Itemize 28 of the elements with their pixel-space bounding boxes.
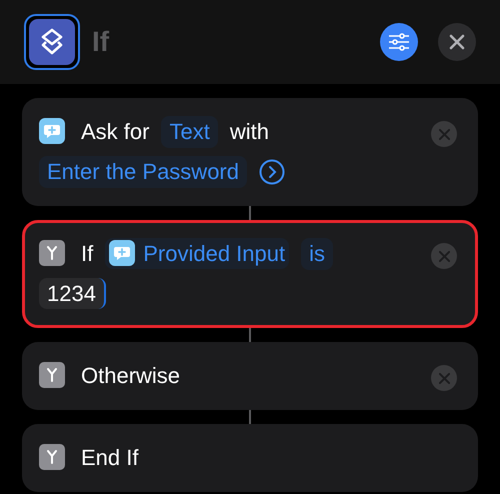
- branch-icon: [39, 444, 65, 470]
- action-card[interactable]: If Provided Input is 1234: [22, 220, 478, 328]
- parameter-token[interactable]: Text: [161, 116, 218, 148]
- action-label: End If: [81, 445, 138, 470]
- sliders-icon: [388, 33, 410, 51]
- close-icon: [449, 34, 465, 50]
- close-button[interactable]: [438, 23, 476, 61]
- parameter-token[interactable]: Enter the Password: [39, 156, 247, 188]
- value-field[interactable]: 1234: [39, 278, 106, 309]
- action-card[interactable]: Ask for Text with Enter the Password: [22, 98, 478, 206]
- settings-button[interactable]: [380, 23, 418, 61]
- branch-icon: [39, 240, 65, 266]
- variable-token[interactable]: Provided Input: [105, 238, 290, 269]
- window-title: If: [92, 25, 110, 59]
- parameter-token[interactable]: is: [301, 238, 333, 270]
- close-icon: [438, 250, 450, 262]
- action-label: Ask for: [81, 119, 150, 144]
- speech-bubble-icon: [39, 118, 65, 144]
- action-label: with: [230, 119, 269, 144]
- action-card[interactable]: Otherwise: [22, 342, 478, 410]
- speech-bubble-icon: [109, 240, 136, 266]
- action-label: If: [81, 241, 94, 266]
- chevron-circle-icon[interactable]: [258, 159, 285, 185]
- close-icon: [438, 372, 450, 384]
- action-card[interactable]: End If: [22, 424, 478, 492]
- close-icon: [438, 128, 450, 140]
- action-label: Otherwise: [81, 363, 180, 388]
- branch-icon: [39, 362, 65, 388]
